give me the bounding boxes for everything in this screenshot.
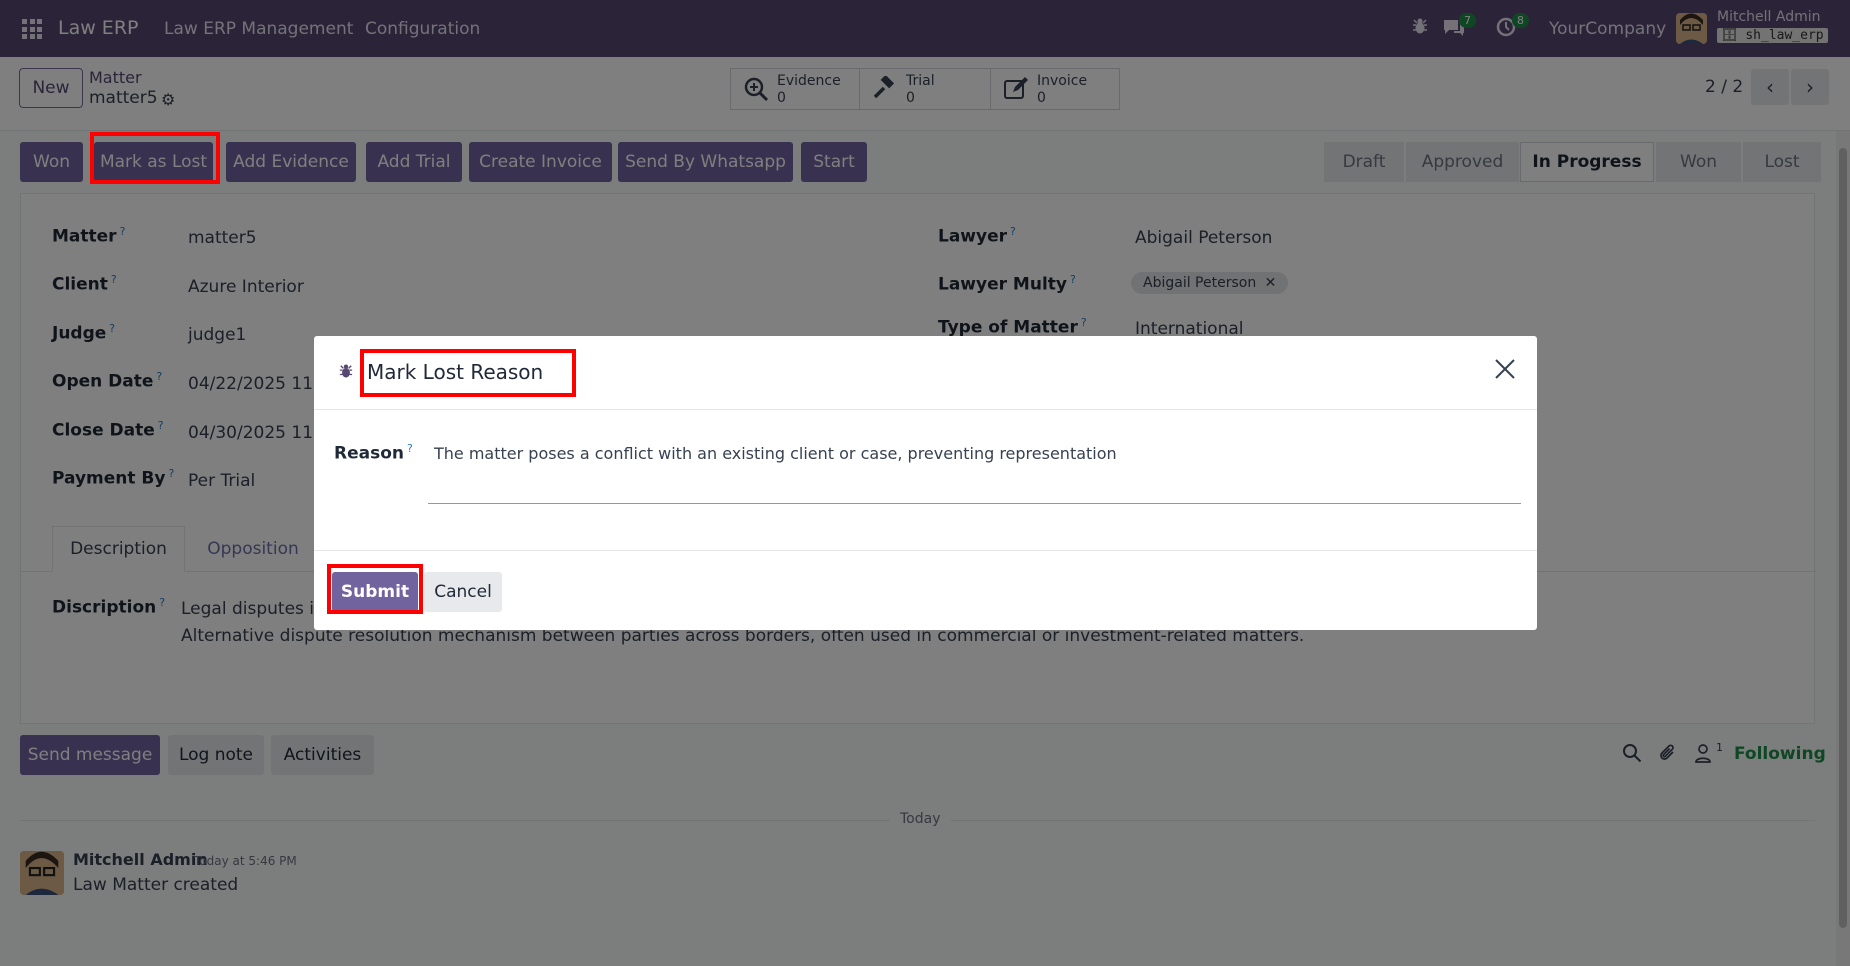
help-tooltip[interactable]: ? — [407, 442, 413, 455]
close-icon[interactable] — [1494, 356, 1516, 386]
dialog-footer: Submit Cancel — [314, 550, 1537, 630]
reason-input[interactable]: The matter poses a conflict with an exis… — [428, 436, 1521, 504]
reason-label: Reason? — [334, 442, 413, 464]
submit-button[interactable]: Submit — [332, 572, 418, 612]
mark-lost-reason-dialog: Mark Lost Reason Reason? The matter pose… — [314, 336, 1537, 630]
debug-bug-icon[interactable] — [339, 363, 353, 383]
label-text: Reason — [334, 443, 404, 464]
dialog-header: Mark Lost Reason — [314, 336, 1537, 410]
cancel-button[interactable]: Cancel — [424, 572, 502, 612]
dialog-title: Mark Lost Reason — [367, 360, 544, 384]
